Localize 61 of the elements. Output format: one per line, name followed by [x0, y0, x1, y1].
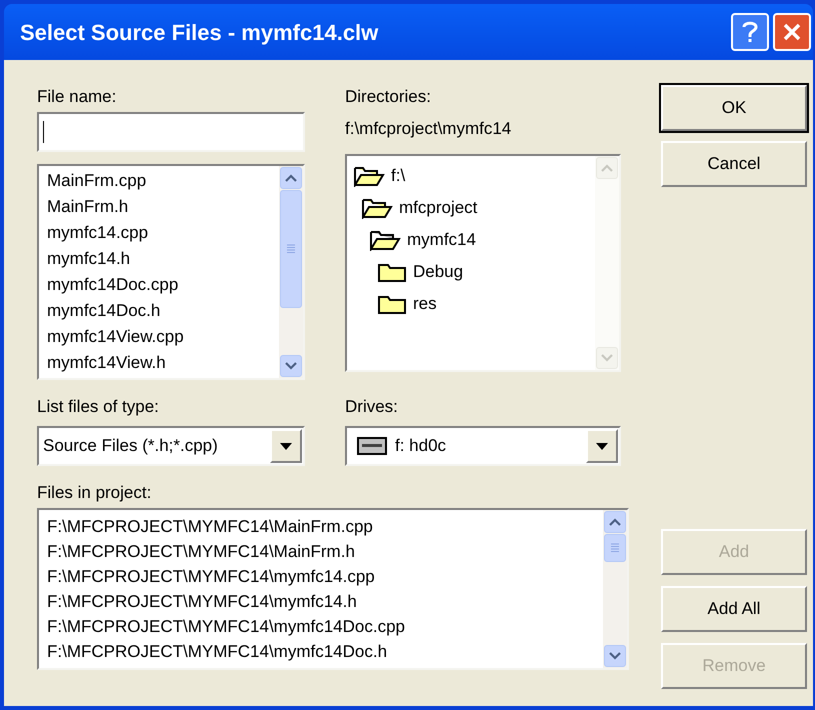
dialog-button[interactable]: Cancel	[661, 141, 807, 187]
file-item[interactable]: mymfc14.cpp	[47, 220, 279, 246]
file-list[interactable]: MainFrm.cpp MainFrm.h mymfc14.cpp mymfc14.h mymfc14Doc.cpp mymfc14Doc.h mymfc14View.cpp mymfc14View.h	[37, 164, 305, 380]
file-item[interactable]: MainFrm.h	[47, 194, 279, 220]
folder-icon	[377, 261, 407, 283]
project-file-item[interactable]: F:\MFCPROJECT\MYMFC14\mymfc14Doc.h	[47, 639, 603, 664]
dropdown[interactable]: f: hd0c	[345, 426, 621, 466]
file-item[interactable]: mymfc14Doc.h	[47, 298, 279, 324]
directory-item[interactable]: mymfc14	[407, 227, 476, 253]
directory-item[interactable]: f:\	[391, 163, 406, 189]
project-file-item[interactable]: F:\MFCPROJECT\MYMFC14\MainFrm.h	[47, 539, 603, 564]
file-item[interactable]: mymfc14View.h	[47, 350, 279, 376]
scroll-down-button[interactable]	[280, 355, 302, 377]
dropdown-arrow-icon	[596, 442, 608, 450]
chevron-down-icon	[609, 652, 621, 660]
field-label: Files in project:	[37, 482, 152, 502]
field-label: File name:	[37, 86, 118, 106]
project-file-list[interactable]	[37, 508, 629, 670]
file-item[interactable]: mymfc14View.cpp	[47, 324, 279, 350]
field-label: Directories:	[345, 86, 432, 106]
directory-item[interactable]: mfcproject	[399, 195, 478, 221]
chevron-up-icon	[285, 174, 297, 182]
scroll-down-button[interactable]	[604, 645, 626, 667]
project-file-item[interactable]: F:\MFCPROJECT\MYMFC14\mymfc14.cpp	[47, 564, 603, 589]
file-item[interactable]: mymfc14.h	[47, 246, 279, 272]
scroll-up-button[interactable]	[280, 167, 302, 189]
project-file-item[interactable]: F:\MFCPROJECT\MYMFC14\MainFrm.cpp	[47, 514, 603, 539]
chevron-down-icon	[601, 354, 613, 362]
file-name-field[interactable]	[37, 112, 305, 152]
open-folder-icon	[361, 197, 393, 219]
dialog-button[interactable]: Add All	[661, 586, 807, 632]
close-icon	[782, 22, 802, 42]
directory-item[interactable]: Debug	[413, 259, 464, 285]
field-label: Drives:	[345, 396, 399, 416]
file-item[interactable]: MainFrm.cpp	[47, 168, 279, 194]
chevron-up-icon	[601, 164, 613, 172]
help-button[interactable]	[731, 13, 769, 51]
scroll-up-button[interactable]	[604, 511, 626, 533]
folder-icon	[377, 293, 407, 315]
dropdown-arrow-icon	[280, 442, 292, 450]
chevron-down-icon	[285, 362, 297, 370]
directory-item[interactable]: res	[413, 291, 437, 317]
open-folder-icon	[353, 165, 385, 187]
dropdown-arrow-button[interactable]	[586, 429, 618, 463]
close-button[interactable]	[773, 13, 811, 51]
dropdown-arrow-button[interactable]	[270, 429, 302, 463]
scroll-thumb[interactable]	[604, 534, 626, 562]
field-label: List files of type:	[37, 396, 160, 416]
scroll-thumb[interactable]	[280, 190, 302, 308]
dropdown[interactable]: Source Files (*.h;*.cpp)	[37, 426, 305, 466]
help-icon	[742, 20, 758, 44]
open-folder-icon	[369, 229, 401, 251]
file-item[interactable]: mymfc14Doc.cpp	[47, 272, 279, 298]
dialog-button[interactable]: OK	[661, 85, 807, 131]
directory-path: f:\mfcproject\mymfc14	[345, 118, 512, 140]
drive-icon	[357, 437, 387, 455]
window-title: Select Source Files - mymfc14.clw	[20, 18, 380, 47]
project-file-item[interactable]: F:\MFCPROJECT\MYMFC14\mymfc14.h	[47, 589, 603, 614]
directory-tree[interactable]: f:\ mfcproject mymfc14 Debug res	[345, 154, 621, 372]
chevron-up-icon	[609, 518, 621, 526]
project-file-item[interactable]: F:\MFCPROJECT\MYMFC14\mymfc14Doc.cpp	[47, 614, 603, 639]
